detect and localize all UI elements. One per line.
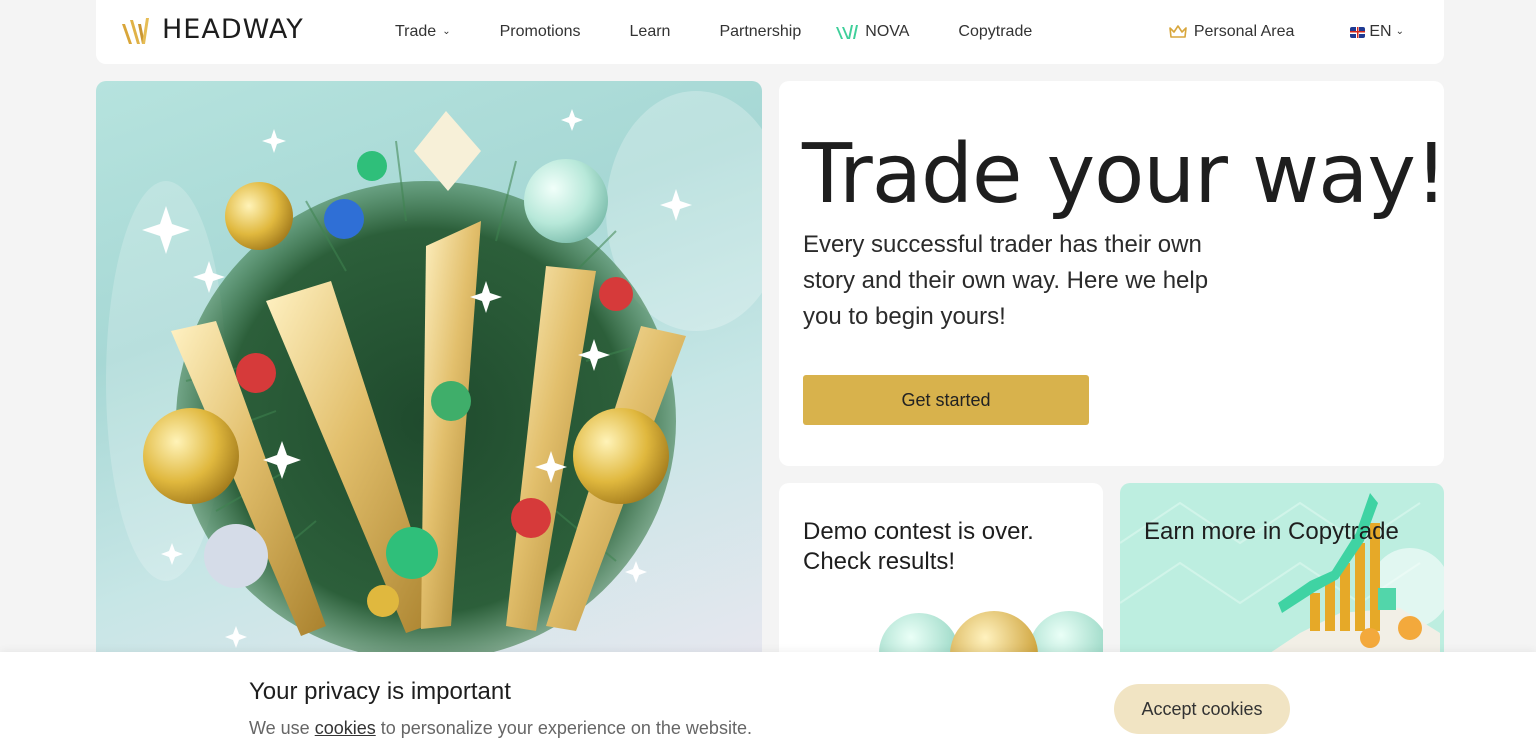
headway-logo-icon xyxy=(122,18,149,44)
nav-trade[interactable]: Trade ⌄ xyxy=(395,23,451,41)
nav-learn-label: Learn xyxy=(629,23,671,40)
nav-promotions-label: Promotions xyxy=(499,23,581,40)
brand-name: HEADWAY xyxy=(162,13,304,45)
crown-icon xyxy=(1169,25,1187,38)
header-right: Personal Area EN ⌄ xyxy=(1168,0,1444,64)
language-selector[interactable]: EN ⌄ xyxy=(1350,23,1404,41)
cookie-text-before: We use xyxy=(249,718,315,738)
get-started-button[interactable]: Get started xyxy=(803,375,1089,425)
nova-logo-icon xyxy=(836,25,859,39)
nav-promotions[interactable]: Promotions xyxy=(500,23,581,41)
nav-copytrade[interactable]: Copytrade xyxy=(958,23,1032,41)
nav-nova[interactable]: NOVA xyxy=(835,23,909,41)
main-nav: Trade ⌄ Promotions Learn Partnership NOV… xyxy=(395,0,1081,64)
nav-partnership[interactable]: Partnership xyxy=(719,23,801,41)
site-header: HEADWAY Trade ⌄ Promotions Learn Partner… xyxy=(96,0,1444,64)
hero-title: Trade your way! xyxy=(802,127,1448,222)
personal-area-label: Personal Area xyxy=(1193,23,1295,40)
nav-learn[interactable]: Learn xyxy=(630,23,671,41)
cookie-banner: Your privacy is important We use cookies… xyxy=(0,652,1536,750)
nav-trade-label: Trade xyxy=(395,23,437,40)
copytrade-card[interactable]: Earn more in Copytrade xyxy=(1120,483,1444,653)
copytrade-title: Earn more in Copytrade xyxy=(1144,518,1399,545)
coins-illustration xyxy=(879,611,1103,653)
demo-contest-card[interactable]: Demo contest is over. Check results! xyxy=(779,483,1103,653)
language-label: EN xyxy=(1369,23,1392,40)
cookie-title: Your privacy is important xyxy=(249,678,511,705)
cookies-link[interactable]: cookies xyxy=(315,718,376,738)
personal-area-link[interactable]: Personal Area xyxy=(1168,23,1295,41)
nav-copytrade-label: Copytrade xyxy=(958,23,1033,40)
uk-flag-icon xyxy=(1350,26,1366,38)
cookie-text-after: to personalize your experience on the we… xyxy=(375,718,752,738)
nav-nova-label: NOVA xyxy=(865,23,910,40)
headway-logo[interactable]: HEADWAY xyxy=(120,12,304,46)
chevron-down-icon: ⌄ xyxy=(442,25,451,37)
chevron-down-icon: ⌄ xyxy=(1395,25,1404,37)
holiday-logo-illustration xyxy=(106,91,762,652)
cookie-text: We use cookies to personalize your exper… xyxy=(249,718,752,739)
hero-subtitle: Every successful trader has their own st… xyxy=(803,231,1209,330)
nav-partnership-label: Partnership xyxy=(719,23,802,40)
growth-chart-illustration xyxy=(1120,493,1444,653)
hero-card: Trade your way! Every successful trader … xyxy=(779,81,1448,466)
accept-cookies-button[interactable]: Accept cookies xyxy=(1114,684,1290,734)
hero-illustration xyxy=(96,81,762,652)
